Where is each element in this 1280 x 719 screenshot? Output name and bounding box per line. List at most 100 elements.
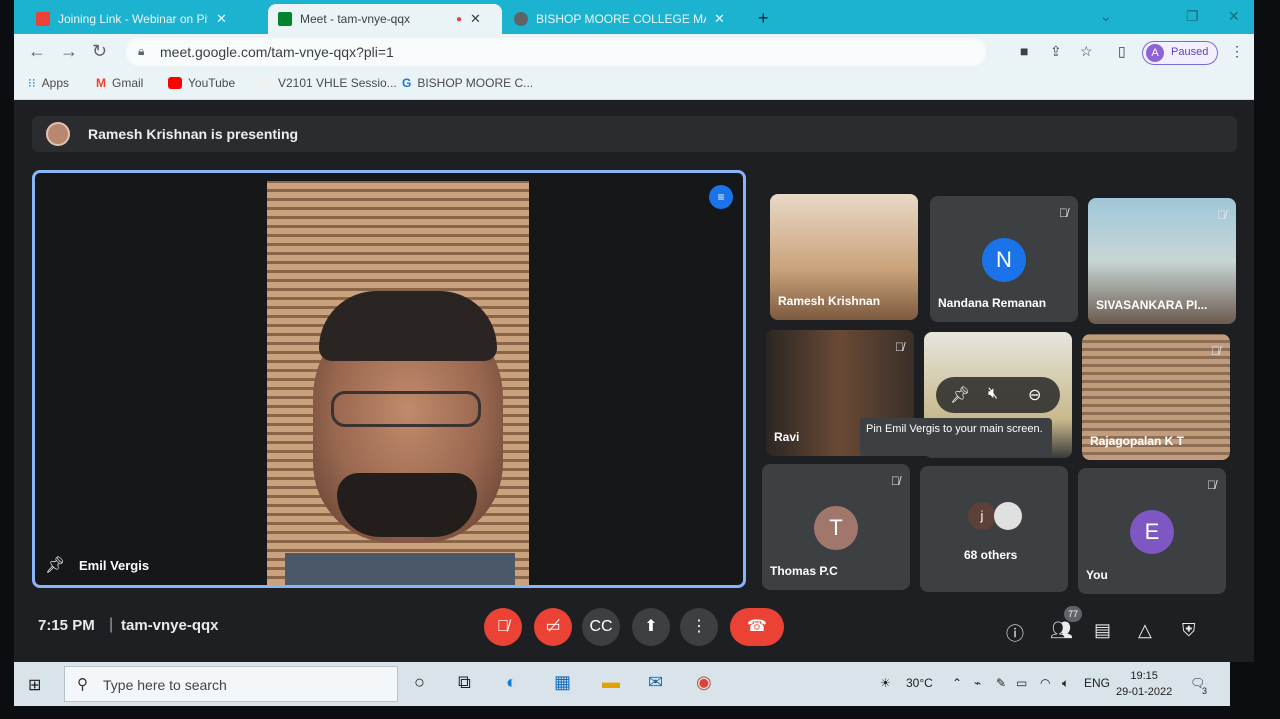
back-icon[interactable]: ←: [28, 41, 46, 62]
bookmark-vhle[interactable]: V2101 VHLE Sessio...: [258, 76, 397, 90]
activities-icon[interactable]: △: [1138, 620, 1152, 641]
captions-button[interactable]: CC: [582, 608, 620, 646]
clock-date[interactable]: 19:15 29-01-2022: [1116, 668, 1172, 700]
restore-window-icon[interactable]: ❐: [1186, 8, 1199, 25]
url-text: meet.google.com/tam-vnye-qqx?pli=1: [160, 44, 394, 60]
participant-tile-sivasankara[interactable]: 🎙̸ SIVASANKARA PI...: [1088, 198, 1236, 324]
tab-label: Meet - tam-vnye-qqx: [300, 12, 411, 26]
mic-off-icon: 🎙̸: [1217, 208, 1226, 222]
tab-label: Joining Link - Webinar on Pitching: [58, 12, 208, 26]
present-screen-icon: ⬆: [644, 618, 658, 635]
pin-icon[interactable]: 📌︎: [45, 555, 65, 575]
info-icon[interactable]: ⓘ: [1006, 620, 1024, 646]
main-speaker-name: Emil Vergis: [79, 558, 150, 573]
avatar: j: [968, 502, 996, 530]
share-icon[interactable]: ⇪: [1050, 43, 1062, 60]
network-icon[interactable]: ⌁: [974, 676, 981, 690]
tab-meet[interactable]: Meet - tam-vnye-qqx ● ✕: [268, 4, 502, 34]
avatar: A: [1146, 44, 1164, 62]
participant-name: Thomas P.C: [770, 564, 838, 578]
captions-icon: CC: [589, 618, 613, 635]
bookmark-gmail[interactable]: M Gmail: [96, 76, 143, 90]
edge-icon[interactable]: ◐: [506, 672, 517, 693]
bookmark-label: V2101 VHLE Sessio...: [278, 76, 397, 90]
file-explorer-icon[interactable]: ▬: [602, 672, 620, 693]
store-icon[interactable]: ▦: [554, 672, 571, 693]
avatar: E: [1130, 510, 1174, 554]
tab-joining-link[interactable]: Joining Link - Webinar on Pitching ✕: [26, 4, 237, 34]
main-speaker-video[interactable]: ≡ 📌︎ Emil Vergis: [32, 170, 746, 588]
speaker-shirt: [285, 553, 515, 585]
close-icon[interactable]: ✕: [216, 11, 227, 27]
mute-icon[interactable]: 🔇︎: [988, 385, 998, 403]
bookmark-label: Gmail: [112, 76, 144, 90]
new-tab-button[interactable]: +: [758, 8, 769, 29]
host-controls-icon[interactable]: ⛨: [1182, 620, 1196, 641]
speaker-glasses: [331, 391, 481, 427]
wifi-icon[interactable]: ◠: [1040, 676, 1050, 690]
remove-icon[interactable]: ⊖: [1028, 385, 1041, 405]
volume-icon[interactable]: 🔈︎: [1062, 676, 1069, 691]
bookmark-youtube[interactable]: YouTube: [168, 76, 235, 90]
mic-off-icon: 🎙̸: [895, 340, 904, 354]
avatar: T: [814, 506, 858, 550]
bookmarks-bar: ⁝⁝ Apps M Gmail YouTube V2101 VHLE Sessi…: [14, 70, 1254, 100]
divider: |: [109, 616, 114, 633]
bookmark-label: YouTube: [188, 76, 236, 90]
participant-tile-others[interactable]: j 68 others: [920, 466, 1068, 592]
pin-tooltip: Pin Emil Vergis to your main screen.: [860, 418, 1052, 456]
address-bar[interactable]: 🔒︎ meet.google.com/tam-vnye-qqx?pli=1: [126, 38, 986, 66]
windows-taskbar: ⊞ ⚲ Type here to search ○ ⧉ ◐ ▦ ▬ ✉ ◉ ☀︎…: [14, 662, 1230, 706]
participant-tile-nandana[interactable]: 🎙̸ N Nandana Remanan: [930, 196, 1078, 322]
participant-tile-ramesh[interactable]: Ramesh Krishnan: [770, 194, 918, 320]
bookmark-apps[interactable]: ⁝⁝ Apps: [28, 76, 69, 90]
weather-temp[interactable]: 30°C: [906, 676, 933, 690]
menu-kebab-icon: ⋮: [691, 618, 707, 635]
tab-bishop-moore[interactable]: BISHOP MOORE COLLEGE MAVE ✕: [504, 4, 736, 34]
camera-icon[interactable]: ■: [1020, 43, 1028, 59]
recording-dot-icon: ●: [456, 13, 463, 25]
participant-tile-thomas[interactable]: 🎙̸ T Thomas P.C: [762, 464, 910, 590]
avatar: N: [982, 238, 1026, 282]
chrome-icon[interactable]: ◉: [696, 672, 712, 693]
language-indicator[interactable]: ENG: [1084, 676, 1110, 690]
pen-icon[interactable]: ✎: [996, 676, 1006, 690]
windows-start-icon[interactable]: ⊞: [28, 675, 41, 695]
mic-toggle-button[interactable]: 🎙̸: [484, 608, 522, 646]
cortana-icon[interactable]: ○: [414, 672, 425, 693]
menu-kebab-icon[interactable]: ⋮: [1230, 43, 1244, 60]
profile-button[interactable]: A Paused: [1142, 41, 1218, 65]
mic-off-icon: 🎙̸: [891, 474, 900, 488]
taskbar-search[interactable]: ⚲ Type here to search: [64, 666, 398, 702]
forward-icon[interactable]: →: [60, 41, 78, 62]
chevron-down-icon[interactable]: ⌄: [1100, 8, 1112, 25]
reload-icon[interactable]: ↻: [92, 41, 107, 62]
leave-call-button[interactable]: ☎: [730, 608, 784, 646]
task-view-icon[interactable]: ⧉: [458, 672, 471, 693]
close-icon[interactable]: ✕: [714, 11, 725, 27]
more-options-button[interactable]: ⋮: [680, 608, 718, 646]
close-window-icon[interactable]: ✕: [1228, 8, 1240, 25]
chevron-up-icon[interactable]: ⌃: [952, 676, 962, 690]
participant-name: 68 others: [964, 548, 1018, 562]
people-icon[interactable]: 👥︎: [1050, 620, 1073, 641]
meet-window: Ramesh Krishnan is presenting ≡ 📌︎ Emil …: [14, 100, 1254, 662]
side-panel-icon[interactable]: ▯: [1118, 43, 1126, 60]
gmail-icon: [36, 12, 50, 26]
participant-tile-you[interactable]: 🎙̸ E You: [1078, 468, 1226, 594]
close-icon[interactable]: ✕: [470, 11, 481, 27]
mail-icon[interactable]: ✉: [648, 672, 663, 693]
pin-icon[interactable]: 📌︎: [950, 385, 970, 405]
bookmark-bishop-moore[interactable]: G BISHOP MOORE C...: [402, 76, 533, 90]
weather-icon[interactable]: ☀︎: [880, 676, 891, 690]
participant-tile-rajagopalan[interactable]: 🎙̸ Rajagopalan K T: [1082, 334, 1230, 460]
mic-off-icon: 🎙̸: [497, 618, 509, 635]
camera-toggle-button[interactable]: ▭̸: [534, 608, 572, 646]
bookmark-star-icon[interactable]: ☆: [1080, 43, 1093, 60]
chat-icon[interactable]: ▤: [1094, 620, 1111, 641]
battery-icon[interactable]: ▭: [1016, 676, 1027, 690]
participant-name: Nandana Remanan: [938, 296, 1047, 310]
browser-toolbar: ← → ↻ 🔒︎ meet.google.com/tam-vnye-qqx?pl…: [14, 34, 1254, 70]
present-button[interactable]: ⬆: [632, 608, 670, 646]
speaker-hair: [319, 291, 497, 361]
